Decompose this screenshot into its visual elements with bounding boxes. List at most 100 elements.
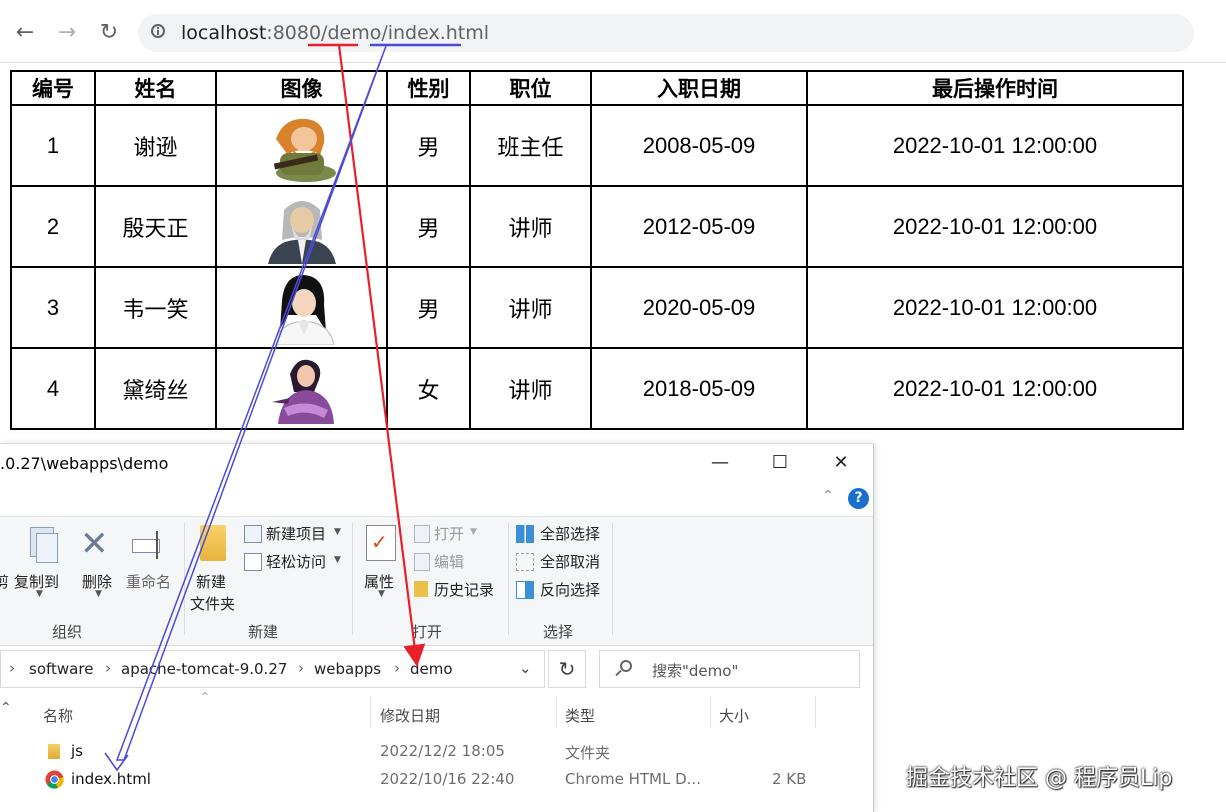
column-separator[interactable]: [815, 696, 816, 728]
avatar-image: [271, 359, 334, 424]
cell-id: 2: [10, 185, 96, 268]
cell-entry-date: 2012-05-09: [590, 185, 808, 268]
search-icon-handle: [615, 669, 622, 677]
chevron-down-icon[interactable]: ⌄: [519, 659, 532, 677]
cell-id: 1: [10, 104, 96, 187]
cell-last-op: 2022-10-01 12:00:00: [806, 266, 1184, 349]
cell-image: [215, 185, 388, 268]
refresh-button[interactable]: ↻: [548, 650, 586, 688]
cell-entry-date: 2018-05-09: [590, 347, 808, 430]
toolbar-divider: [0, 62, 1226, 63]
column-header-modified[interactable]: 修改日期: [380, 705, 440, 726]
table-row: 3 韦一笑 男 讲师 2020-05-09 2022-10-01 12:00:0…: [10, 266, 1184, 349]
copy-to-icon: [26, 527, 58, 563]
close-button[interactable]: ✕: [821, 450, 861, 476]
folder-icon: [48, 744, 60, 759]
column-header-size[interactable]: 大小: [719, 705, 749, 726]
group-separator: [352, 523, 353, 635]
cell-name: 谢逊: [94, 104, 217, 187]
ribbon-collapse-icon[interactable]: ⌃: [822, 488, 834, 504]
breadcrumb[interactable]: › software › apache-tomcat-9.0.27 › weba…: [0, 650, 545, 688]
new-folder-button-line1[interactable]: 新建: [196, 571, 226, 592]
column-separator[interactable]: [556, 696, 557, 728]
column-separator[interactable]: [370, 696, 371, 728]
easy-access-icon: [244, 553, 262, 571]
file-row[interactable]: js 2022/12/2 18:05 文件夹: [0, 739, 873, 765]
reload-button[interactable]: ↻: [96, 20, 122, 46]
breadcrumb-item[interactable]: webapps: [314, 660, 381, 678]
select-none-button[interactable]: 全部取消: [540, 551, 600, 572]
group-label-new: 新建: [248, 623, 279, 641]
chevron-right-icon: ›: [105, 659, 111, 677]
delete-dropdown-icon[interactable]: ▼: [95, 589, 102, 599]
easy-access-button[interactable]: 轻松访问: [266, 551, 326, 572]
info-icon[interactable]: [151, 24, 165, 38]
delete-icon: ✕: [80, 524, 109, 564]
cell-last-op: 2022-10-01 12:00:00: [806, 185, 1184, 268]
header-entry-date: 入职日期: [590, 70, 808, 106]
table-row: 1 谢逊 男 班主任 2008-05-09 2022-10-01 12:00:0…: [10, 104, 1184, 187]
table-header-row: 编号 姓名 图像 性别 职位 入职日期 最后操作时间: [10, 70, 1184, 106]
easy-access-dropdown-icon[interactable]: ▼: [334, 555, 341, 565]
breadcrumb-item[interactable]: demo: [410, 660, 453, 678]
search-placeholder: 搜索"demo": [652, 662, 739, 680]
search-input[interactable]: 搜索"demo": [599, 650, 860, 688]
open-dropdown-icon[interactable]: ▼: [470, 527, 477, 537]
file-type: 文件夹: [565, 744, 611, 762]
chrome-icon: [45, 770, 64, 789]
cell-entry-date: 2020-05-09: [590, 266, 808, 349]
cell-entry-date: 2008-05-09: [590, 104, 808, 187]
header-position: 职位: [469, 70, 592, 106]
history-button[interactable]: 历史记录: [434, 579, 494, 600]
new-item-button[interactable]: 新建项目: [266, 523, 326, 544]
history-icon: [414, 581, 428, 597]
minimize-button[interactable]: —: [700, 450, 740, 476]
select-all-button[interactable]: 全部选择: [540, 523, 600, 544]
open-icon: [414, 525, 430, 543]
group-label-organize: 组织: [52, 623, 83, 641]
new-folder-icon: [200, 525, 226, 561]
copy-to-dropdown-icon[interactable]: ▼: [36, 589, 43, 599]
forward-button[interactable]: →: [54, 20, 80, 46]
chevron-right-icon: ›: [394, 659, 400, 677]
nav-pane-chevron-icon[interactable]: ⌃: [0, 700, 12, 716]
cell-position: 讲师: [469, 347, 592, 430]
cell-name: 殷天正: [94, 185, 217, 268]
cell-image: [215, 347, 388, 430]
properties-dropdown-icon[interactable]: ▼: [378, 589, 385, 599]
sort-indicator-icon: ⌃: [200, 690, 211, 704]
new-item-dropdown-icon[interactable]: ▼: [334, 527, 341, 537]
header-last-op: 最后操作时间: [806, 70, 1184, 106]
cut-button-partial[interactable]: 剪: [0, 571, 9, 592]
breadcrumb-item[interactable]: software: [29, 660, 93, 678]
maximize-button[interactable]: ☐: [760, 450, 800, 476]
rename-icon: [132, 529, 166, 559]
file-row[interactable]: index.html 2022/10/16 22:40 Chrome HTML …: [0, 767, 873, 793]
cell-position: 讲师: [469, 185, 592, 268]
url-text[interactable]: localhost:8080/demo/index.html: [181, 20, 489, 46]
invert-selection-icon: [516, 581, 534, 599]
column-header-type[interactable]: 类型: [565, 705, 595, 726]
file-name: index.html: [71, 770, 151, 788]
header-id: 编号: [10, 70, 96, 106]
edit-button[interactable]: 编辑: [434, 551, 464, 572]
group-label-select: 选择: [543, 623, 574, 641]
header-gender: 性别: [386, 70, 471, 106]
chevron-right-icon: ›: [9, 659, 15, 677]
cell-id: 3: [10, 266, 96, 349]
invert-selection-button[interactable]: 反向选择: [540, 579, 600, 600]
breadcrumb-item[interactable]: apache-tomcat-9.0.27: [121, 660, 287, 678]
help-icon[interactable]: ?: [848, 488, 869, 509]
group-separator: [612, 523, 613, 635]
column-separator[interactable]: [710, 696, 711, 728]
cell-last-op: 2022-10-01 12:00:00: [806, 347, 1184, 430]
window-title: .0.27\webapps\demo: [0, 454, 169, 473]
cell-id: 4: [10, 347, 96, 430]
rename-button[interactable]: 重命名: [126, 571, 171, 592]
open-button[interactable]: 打开: [434, 523, 464, 544]
group-separator: [508, 523, 509, 635]
back-button[interactable]: ←: [12, 20, 38, 46]
cell-gender: 男: [386, 104, 471, 187]
new-folder-button-line2[interactable]: 文件夹: [190, 593, 235, 614]
column-header-name[interactable]: 名称: [43, 705, 73, 726]
